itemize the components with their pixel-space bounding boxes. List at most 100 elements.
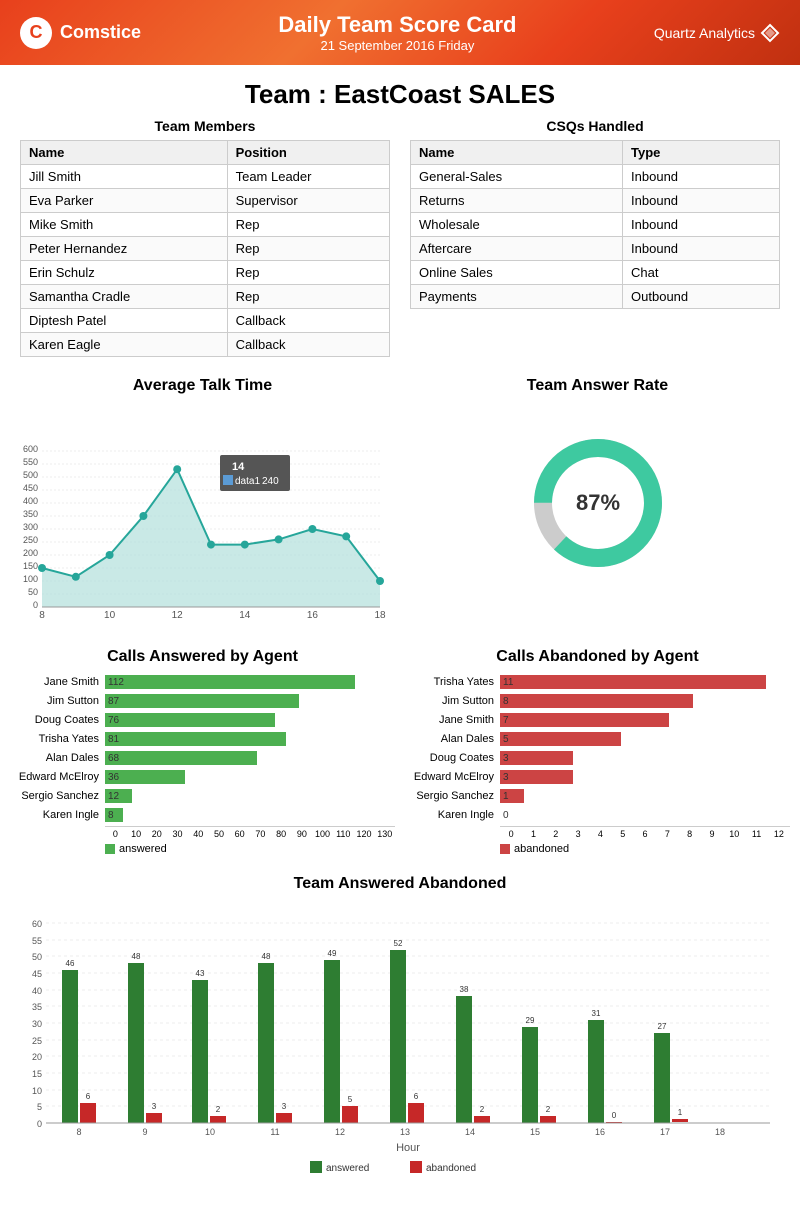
svg-text:2: 2 [546,1105,551,1114]
svg-text:240: 240 [262,476,279,487]
list-item: Edward McElroy3 [405,769,790,785]
logo-text: Comstice [60,22,141,43]
grouped-bar-chart: 0 5 10 15 20 25 30 35 40 45 50 55 60 [20,903,780,1188]
table-row: WholesaleInbound [411,213,780,237]
svg-text:0: 0 [612,1111,617,1120]
table-row: Peter HernandezRep [21,237,390,261]
svg-text:48: 48 [262,952,271,961]
header-right: Quartz Analytics [654,23,780,43]
svg-text:400: 400 [23,496,38,506]
chart-legend: answered [105,843,395,855]
svg-text:55: 55 [32,936,42,946]
svg-text:16: 16 [595,1127,605,1137]
svg-text:8: 8 [76,1127,81,1137]
table-row: Diptesh PatelCallback [21,309,390,333]
svg-text:600: 600 [23,444,38,454]
svg-text:15: 15 [530,1127,540,1137]
svg-text:abandoned: abandoned [426,1163,476,1174]
svg-text:data1: data1 [235,476,260,487]
svg-text:500: 500 [23,470,38,480]
csqs-table: Name Type General-SalesInboundReturnsInb… [410,140,780,309]
list-item: Trisha Yates81 [10,731,395,747]
svg-text:10: 10 [32,1086,42,1096]
svg-text:16: 16 [307,610,319,621]
col-csq-name: Name [411,141,623,165]
calls-answered-title: Calls Answered by Agent [10,648,395,666]
donut-wrap: 87% [405,403,790,603]
bar-charts-row: Calls Answered by Agent Jane Smith112 Jim… [0,648,800,875]
list-item: Alan Dales68 [10,750,395,766]
calls-abandoned-chart: Trisha Yates11Jim Sutton8Jane Smith7Alan… [405,674,790,855]
header-date: 21 September 2016 Friday [278,38,516,53]
page-header: C Comstice Daily Team Score Card 21 Sept… [0,0,800,65]
csqs-heading: CSQs Handled [410,118,780,134]
logo: C Comstice [20,17,141,49]
svg-text:35: 35 [32,1002,42,1012]
tables-section: Team Members Name Position Jill SmithTea… [0,118,800,377]
svg-text:Hour: Hour [396,1142,420,1154]
svg-text:3: 3 [282,1102,287,1111]
svg-text:45: 45 [32,969,42,979]
logo-icon: C [30,22,43,43]
svg-text:8: 8 [39,610,45,621]
col-name: Name [21,141,228,165]
svg-text:250: 250 [23,535,38,545]
line-chart-svg: 0 50 100 150 200 250 300 350 400 450 500… [10,403,390,623]
line-chart-wrap: 0 50 100 150 200 250 300 350 400 450 500… [10,403,395,628]
calls-answered-block: Calls Answered by Agent Jane Smith112 Jim… [10,648,395,855]
svg-text:5: 5 [37,1102,42,1112]
svg-text:9: 9 [142,1127,147,1137]
svg-text:60: 60 [32,919,42,929]
svg-text:48: 48 [132,952,141,961]
svg-text:550: 550 [23,457,38,467]
svg-text:43: 43 [196,969,205,978]
table-row: Karen EagleCallback [21,333,390,357]
team-title: Team : EastCoast SALES [0,65,800,118]
csqs-block: CSQs Handled Name Type General-SalesInbo… [410,118,780,357]
donut-svg: 87% [518,423,678,583]
list-item: Jane Smith7 [405,712,790,728]
col-position: Position [227,141,389,165]
list-item: Jane Smith112 [10,674,395,690]
svg-text:31: 31 [592,1009,601,1018]
svg-text:12: 12 [335,1127,345,1137]
svg-text:30: 30 [32,1019,42,1029]
grouped-bar-svg: 0 5 10 15 20 25 30 35 40 45 50 55 60 [20,903,780,1183]
bottom-chart-section: Team Answered Abandoned 0 5 10 15 20 25 … [0,875,800,1208]
svg-text:14: 14 [465,1127,475,1137]
calls-abandoned-block: Calls Abandoned by Agent Trisha Yates11J… [405,648,790,855]
svg-text:150: 150 [23,561,38,571]
list-item: Jim Sutton87 [10,693,395,709]
table-row: AftercareInbound [411,237,780,261]
svg-text:5: 5 [348,1095,353,1104]
svg-text:answered: answered [326,1163,369,1174]
table-row: ReturnsInbound [411,189,780,213]
table-row: General-SalesInbound [411,165,780,189]
avg-talk-time-title: Average Talk Time [10,377,395,395]
svg-text:25: 25 [32,1036,42,1046]
svg-text:6: 6 [86,1092,91,1101]
chart-legend: abandoned [500,843,790,855]
svg-text:11: 11 [270,1127,279,1137]
svg-text:50: 50 [32,952,42,962]
svg-text:15: 15 [32,1069,42,1079]
svg-text:50: 50 [28,587,38,597]
svg-text:18: 18 [374,610,386,621]
list-item: Trisha Yates11 [405,674,790,690]
svg-text:10: 10 [205,1127,215,1137]
svg-text:6: 6 [414,1092,419,1101]
calls-abandoned-title: Calls Abandoned by Agent [405,648,790,666]
table-row: Eva ParkerSupervisor [21,189,390,213]
svg-text:100: 100 [23,574,38,584]
analytics-label: Quartz Analytics [654,25,755,41]
svg-text:200: 200 [23,548,38,558]
svg-text:13: 13 [400,1127,410,1137]
svg-text:450: 450 [23,483,38,493]
svg-text:20: 20 [32,1052,42,1062]
svg-text:3: 3 [152,1102,157,1111]
table-row: Erin SchulzRep [21,261,390,285]
list-item: Doug Coates76 [10,712,395,728]
svg-text:49: 49 [328,949,337,958]
table-row: PaymentsOutbound [411,285,780,309]
list-item: Sergio Sanchez12 [10,788,395,804]
